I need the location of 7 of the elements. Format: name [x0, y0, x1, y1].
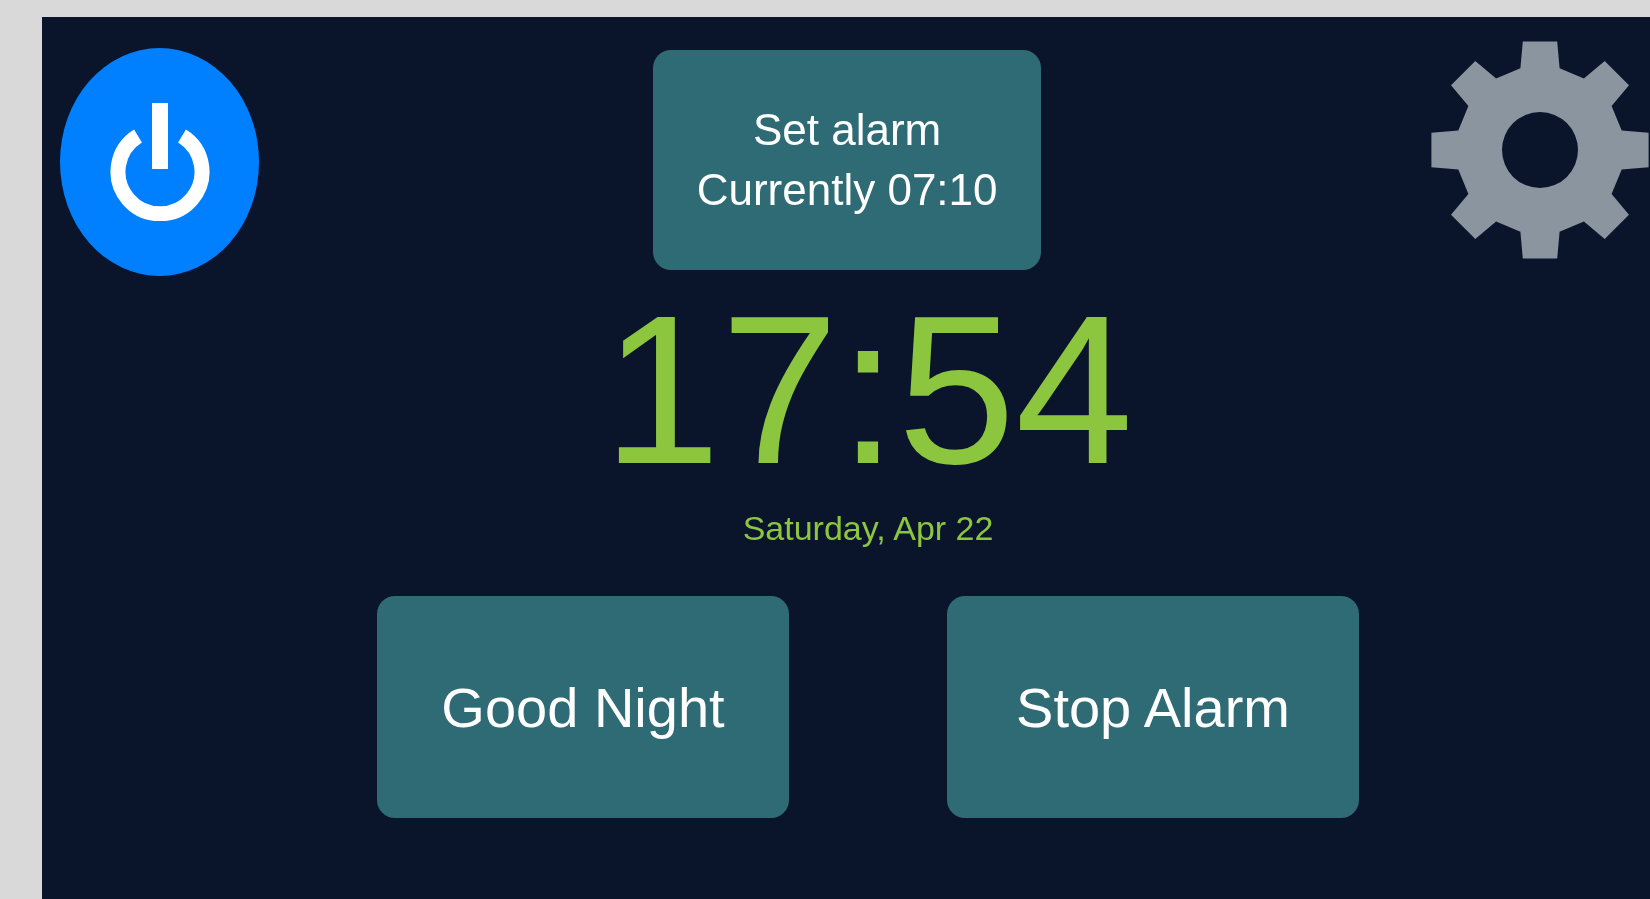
clock-time: 17:54 [602, 270, 1134, 510]
clock-date: Saturday, Apr 22 [742, 508, 994, 549]
good-night-button[interactable]: Good Night [377, 596, 789, 818]
settings-icon[interactable] [1430, 40, 1650, 260]
set-alarm-button[interactable]: Set alarm Currently 07:10 [653, 50, 1041, 270]
stop-alarm-button[interactable]: Stop Alarm [947, 596, 1359, 818]
power-icon [107, 103, 212, 221]
